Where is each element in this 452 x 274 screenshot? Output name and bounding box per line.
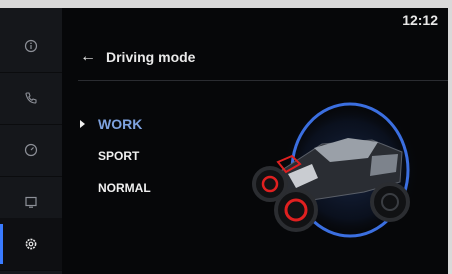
sidebar-item-settings[interactable]	[0, 218, 62, 271]
header-divider	[78, 80, 448, 81]
mode-option-sport[interactable]: SPORT	[80, 144, 151, 176]
active-indicator	[0, 224, 3, 264]
mode-list: WORK SPORT NORMAL	[80, 112, 151, 208]
display-icon	[25, 196, 37, 208]
sidebar	[0, 8, 62, 274]
dashboard-icon	[24, 143, 38, 157]
atv-illustration	[252, 100, 420, 240]
sidebar-item-phone[interactable]	[0, 72, 62, 125]
selected-caret-icon	[80, 120, 85, 128]
settings-icon	[25, 238, 37, 250]
mode-label: NORMAL	[98, 181, 151, 195]
status-time: 12:12	[402, 12, 438, 28]
mode-option-normal[interactable]: NORMAL	[80, 176, 151, 208]
sidebar-item-dashboard[interactable]	[0, 124, 62, 177]
page-header: ← Driving mode	[80, 46, 195, 68]
phone-icon	[25, 92, 37, 104]
page-title: Driving mode	[106, 49, 196, 65]
mode-label: WORK	[98, 116, 143, 132]
mode-option-work[interactable]: WORK	[80, 112, 151, 144]
back-arrow-icon[interactable]: ←	[80, 48, 96, 66]
info-icon	[24, 39, 38, 53]
mode-label: SPORT	[98, 149, 140, 163]
sidebar-item-info[interactable]	[0, 20, 62, 73]
